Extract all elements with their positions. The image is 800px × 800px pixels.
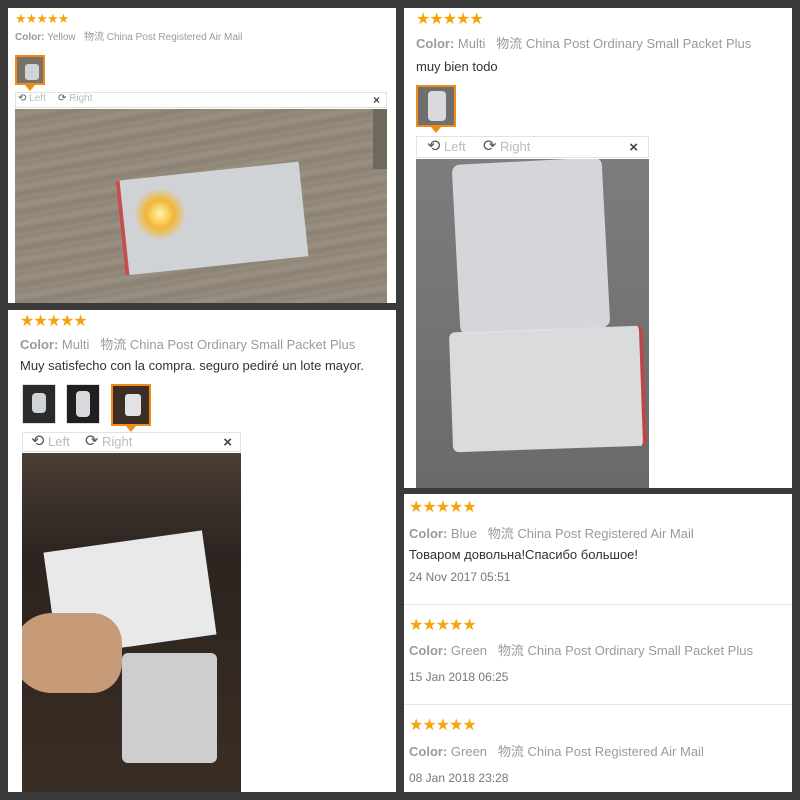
review-panel-2: ★★★★★ Color: Multi 物流 China Post Ordinar… — [404, 8, 792, 488]
color-label: Color: — [409, 526, 448, 541]
color-value: Green — [450, 744, 488, 759]
rating-stars: ★★★★★ — [409, 499, 477, 516]
active-thumb-caret — [431, 127, 441, 133]
image-viewer-toolbar: ⟲ Left ⟳ Right × — [416, 136, 649, 158]
rotate-left-icon: ⟲ — [31, 433, 45, 450]
active-thumb-caret — [25, 85, 35, 91]
review-meta: Color: Yellow 物流 China Post Registered A… — [15, 28, 242, 43]
logistics-value: China Post Ordinary Small Packet Plus — [525, 36, 752, 51]
rating-stars: ★★★★★ — [416, 11, 484, 28]
review-divider — [404, 604, 792, 605]
logistics-label: 物流 — [83, 32, 104, 43]
close-icon[interactable]: × — [223, 433, 232, 453]
rotate-left-button[interactable]: ⟲ Left — [427, 137, 466, 157]
rotate-left-button[interactable]: ⟲ Left — [18, 93, 46, 104]
rating-stars: ★★★★★ — [15, 11, 69, 26]
review-photo — [22, 453, 241, 792]
logistics-label: 物流 — [100, 337, 127, 352]
review-divider — [404, 704, 792, 705]
rotate-right-button[interactable]: ⟳ Right — [483, 137, 530, 157]
color-value: Blue — [450, 526, 477, 541]
review-date: 15 Jan 2018 06:25 — [409, 670, 509, 684]
review-panel-1: ★★★★★ Color: Yellow 物流 China Post Regist… — [8, 8, 396, 303]
rotate-left-icon: ⟲ — [427, 138, 441, 155]
color-label: Color: — [409, 744, 448, 759]
review-text: Muy satisfecho con la compra. seguro ped… — [20, 358, 364, 373]
logistics-value: China Post Ordinary Small Packet Plus — [527, 643, 753, 658]
rating-stars: ★★★★★ — [409, 617, 477, 634]
color-label: Color: — [15, 32, 45, 43]
rotate-left-label: Left — [444, 139, 466, 154]
rating-stars: ★★★★★ — [409, 717, 477, 734]
color-value: Multi — [61, 337, 90, 352]
review-date: 08 Jan 2018 23:28 — [409, 771, 509, 785]
led-glow — [135, 189, 185, 239]
logistics-value: China Post Registered Air Mail — [527, 744, 704, 759]
rotate-left-icon: ⟲ — [18, 93, 27, 104]
review-text: Товаром довольна!Спасибо большое! — [409, 547, 639, 562]
color-label: Color: — [20, 337, 59, 352]
rotate-right-icon: ⟳ — [483, 138, 497, 155]
color-value: Multi — [457, 36, 486, 51]
rotate-right-icon: ⟳ — [85, 433, 99, 450]
review-meta: Color: Blue 物流 China Post Registered Air… — [409, 523, 694, 542]
rotate-left-label: Left — [48, 434, 70, 449]
photo-thumbnail[interactable] — [416, 85, 456, 133]
rotate-right-button[interactable]: ⟳ Right — [85, 433, 132, 451]
review-text: muy bien todo — [416, 59, 498, 74]
rotate-right-button[interactable]: ⟳ Right — [58, 93, 93, 104]
review-meta: Color: Green 物流 China Post Ordinary Smal… — [409, 640, 753, 659]
product-bag-top — [451, 159, 611, 335]
photo-thumbnail[interactable] — [15, 55, 45, 91]
color-value: Yellow — [47, 32, 76, 43]
rotate-right-label: Right — [102, 434, 133, 449]
review-meta: Color: Green 物流 China Post Registered Ai… — [409, 741, 704, 760]
rating-stars: ★★★★★ — [20, 313, 88, 330]
photo-edge-shadow — [373, 109, 387, 169]
logistics-value: China Post Registered Air Mail — [517, 526, 694, 541]
rotate-right-icon: ⟳ — [58, 93, 67, 104]
review-meta: Color: Multi 物流 China Post Ordinary Smal… — [416, 33, 751, 52]
logistics-value: China Post Ordinary Small Packet Plus — [129, 337, 356, 352]
review-photo — [416, 159, 649, 488]
image-viewer-toolbar: ⟲ Left ⟳ Right × — [15, 92, 387, 108]
review-panel-3: ★★★★★ Color: Multi 物流 China Post Ordinar… — [8, 310, 396, 792]
logistics-label: 物流 — [497, 643, 524, 658]
product-bag — [122, 653, 217, 763]
close-icon[interactable]: × — [629, 137, 638, 159]
review-date: 24 Nov 2017 05:51 — [409, 570, 511, 584]
color-value: Green — [450, 643, 488, 658]
logistics-label: 物流 — [487, 526, 514, 541]
hand-thumb — [22, 613, 122, 693]
logistics-value: China Post Registered Air Mail — [106, 32, 243, 43]
logistics-label: 物流 — [497, 744, 524, 759]
rotate-left-button[interactable]: ⟲ Left — [31, 433, 70, 451]
color-label: Color: — [416, 36, 455, 51]
logistics-label: 物流 — [496, 36, 523, 51]
image-viewer-toolbar: ⟲ Left ⟳ Right × — [22, 432, 241, 452]
photo-thumbnail[interactable] — [22, 384, 56, 424]
review-panel-4: ★★★★★ Color: Blue 物流 China Post Register… — [404, 494, 792, 792]
review-photo — [15, 109, 387, 303]
product-bag-bottom — [448, 325, 648, 453]
close-icon[interactable]: × — [373, 93, 380, 107]
color-label: Color: — [409, 643, 448, 658]
rotate-left-label: Left — [29, 93, 46, 104]
rotate-right-label: Right — [69, 93, 93, 104]
photo-thumbnail[interactable] — [66, 384, 100, 424]
review-meta: Color: Multi 物流 China Post Ordinary Smal… — [20, 334, 355, 353]
photo-thumbnail[interactable] — [111, 384, 151, 432]
rotate-right-label: Right — [500, 139, 531, 154]
